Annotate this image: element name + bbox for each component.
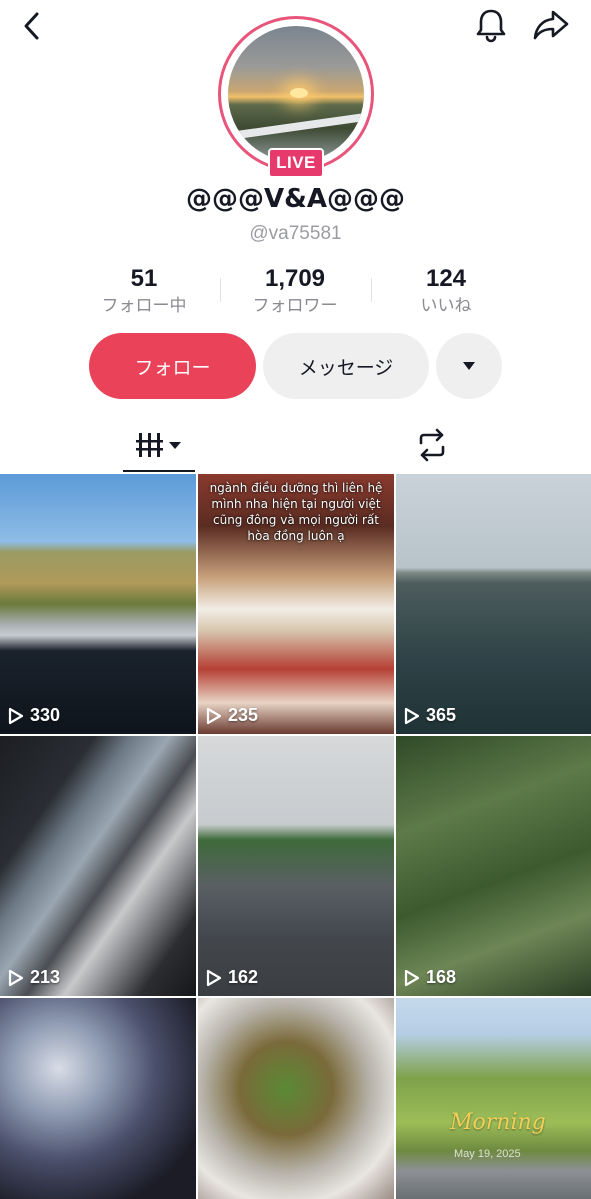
following-count: 51	[130, 265, 158, 292]
repost-icon	[419, 428, 445, 462]
chevron-left-icon	[24, 12, 39, 40]
followers-label: フォロワー	[252, 296, 338, 316]
view-count: 235	[206, 705, 258, 726]
avatar-sunset-image	[290, 88, 308, 98]
likes-stat[interactable]: 124 いいね	[396, 264, 496, 318]
play-icon	[206, 707, 222, 724]
follow-button[interactable]: フォロー	[89, 333, 256, 399]
back-button[interactable]	[14, 8, 50, 44]
likes-label: いいね	[420, 296, 472, 316]
stat-divider	[220, 278, 221, 302]
video-tile[interactable]	[0, 998, 196, 1199]
message-button[interactable]: メッセージ	[263, 333, 429, 399]
view-count-value: 168	[426, 967, 457, 987]
view-count: 168	[404, 967, 456, 988]
video-watermark-date: May 19, 2025	[454, 1148, 521, 1160]
video-grid: 330 ngành điều dưỡng thì liên hệ mình nh…	[0, 474, 591, 1199]
bell-icon	[476, 9, 506, 43]
video-watermark-text: Morning	[450, 1110, 546, 1135]
grid-bars-icon	[136, 433, 181, 457]
following-label: フォロー中	[101, 296, 187, 316]
view-count: 213	[8, 967, 60, 988]
play-icon	[8, 969, 24, 986]
tab-videos[interactable]	[123, 418, 195, 472]
video-tile[interactable]: 365	[396, 474, 591, 734]
view-count: 162	[206, 967, 258, 988]
view-count-value: 162	[228, 967, 259, 987]
profile-stats: 51 フォロー中 1,709 フォロワー 124 いいね	[0, 264, 591, 320]
view-count-value: 213	[30, 967, 61, 987]
following-stat[interactable]: 51 フォロー中	[84, 264, 204, 318]
view-count: 330	[8, 705, 60, 726]
followers-count: 1,709	[264, 265, 326, 292]
notification-button[interactable]	[472, 6, 510, 44]
play-icon	[206, 969, 222, 986]
play-icon	[404, 707, 420, 724]
username-handle: @va75581	[249, 223, 342, 244]
video-tile[interactable]: ngành điều dưỡng thì liên hệ mình nha hi…	[198, 474, 394, 734]
view-count-value: 235	[228, 705, 259, 725]
video-tile[interactable]: 213	[0, 736, 196, 996]
stat-divider	[371, 278, 372, 302]
video-tile[interactable]: 162	[198, 736, 394, 996]
video-tile[interactable]: 168	[396, 736, 591, 996]
view-count-value: 330	[30, 705, 61, 725]
play-icon	[404, 969, 420, 986]
live-badge[interactable]: LIVE	[268, 148, 324, 178]
likes-count: 124	[425, 265, 467, 292]
video-tile[interactable]: 330	[0, 474, 196, 734]
video-caption-overlay: ngành điều dưỡng thì liên hệ mình nha hi…	[209, 481, 383, 543]
video-tile[interactable]	[198, 998, 394, 1199]
display-name: @@@V&A@@@	[186, 184, 405, 214]
share-button[interactable]	[530, 6, 572, 44]
caret-down-icon	[463, 362, 475, 370]
content-tabs	[0, 418, 591, 474]
view-count-value: 365	[426, 705, 457, 725]
tab-reposts[interactable]	[396, 418, 468, 472]
avatar-railing-image	[236, 112, 364, 140]
active-tab-indicator	[123, 470, 195, 472]
more-options-button[interactable]	[436, 333, 502, 399]
followers-stat[interactable]: 1,709 フォロワー	[234, 264, 356, 318]
play-icon	[8, 707, 24, 724]
share-arrow-icon	[533, 10, 569, 40]
avatar[interactable]	[228, 26, 364, 162]
view-count: 365	[404, 705, 456, 726]
video-tile[interactable]: Morning May 19, 2025	[396, 998, 591, 1199]
